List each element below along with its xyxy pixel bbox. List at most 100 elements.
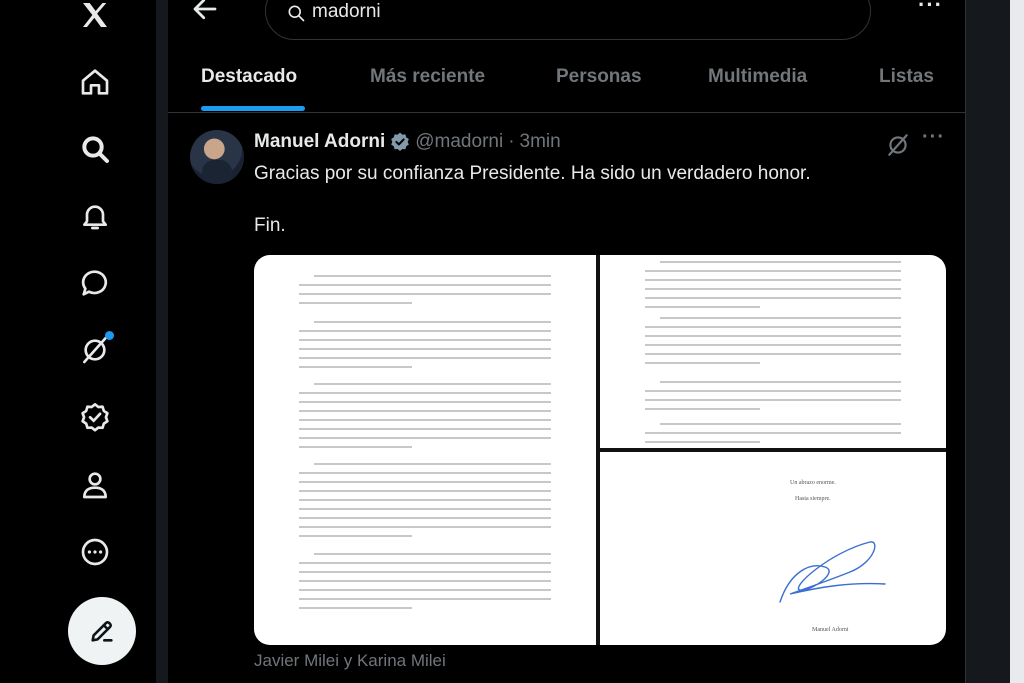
letter-text-line	[660, 381, 901, 383]
letter-text-line	[299, 490, 551, 492]
letter-text-line	[299, 580, 551, 582]
letter-text-line	[299, 571, 551, 573]
tab-personas[interactable]: Personas	[556, 66, 642, 88]
tab-listas[interactable]: Listas	[879, 66, 934, 88]
letter-text-line	[299, 446, 413, 448]
more-icon[interactable]	[68, 525, 122, 579]
search-query[interactable]: madorni	[312, 1, 381, 23]
letter-text-line	[299, 348, 551, 350]
letter-closing-2: Hasta siempre.	[795, 496, 831, 502]
letter-text-line	[299, 535, 413, 537]
left-navigation	[0, 0, 158, 683]
x-logo-icon[interactable]	[68, 0, 122, 42]
window-edge	[1010, 0, 1024, 683]
letter-text-line	[660, 261, 901, 263]
letter-text-line	[299, 366, 413, 368]
letter-text-line	[645, 399, 901, 401]
avatar[interactable]	[190, 130, 244, 184]
active-tab-indicator	[201, 106, 305, 111]
letter-text-line	[660, 317, 901, 319]
letter-text-line	[645, 297, 901, 299]
letter-text-line	[299, 437, 551, 439]
tab-multimedia[interactable]: Multimedia	[708, 66, 807, 88]
letter-text-line	[645, 326, 901, 328]
letter-closing: Un abrazo enorme.	[790, 480, 836, 486]
search-tabs: Destacado Más reciente Personas Multimed…	[168, 50, 966, 113]
letter-text-line	[645, 344, 901, 346]
letter-text-line	[299, 428, 551, 430]
letter-text-line	[645, 270, 901, 272]
letter-text-line	[314, 321, 551, 323]
letter-page-3: Un abrazo enorme. Hasta siempre. Manuel …	[600, 452, 946, 645]
letter-text-line	[299, 339, 551, 341]
sidebar-divider	[156, 0, 168, 683]
letter-text-line	[299, 607, 413, 609]
letter-text-line	[299, 598, 551, 600]
grok-icon[interactable]	[885, 132, 911, 158]
letter-text-line	[299, 401, 551, 403]
media-caption[interactable]: Javier Milei y Karina Milei	[254, 651, 446, 671]
back-arrow-icon[interactable]	[190, 0, 220, 24]
author-name[interactable]: Manuel Adorni	[254, 131, 385, 153]
messages-icon[interactable]	[68, 256, 122, 310]
tweet-media[interactable]: Un abrazo enorme. Hasta siempre. Manuel …	[254, 255, 946, 645]
author-handle[interactable]: @madorni	[415, 131, 503, 153]
letter-text-line	[645, 408, 761, 410]
tweet[interactable]: Manuel Adorni @madorni · 3min ··· Gracia…	[168, 114, 966, 683]
letter-text-line	[645, 432, 901, 434]
letter-text-line	[299, 472, 551, 474]
notification-dot	[105, 331, 114, 340]
letter-text-line	[299, 562, 551, 564]
letter-text-line	[299, 508, 551, 510]
profile-icon[interactable]	[68, 458, 122, 512]
main-column: madorni ··· Destacado Más reciente Perso…	[168, 0, 966, 683]
letter-text-line	[299, 293, 551, 295]
letter-text-line	[299, 481, 551, 483]
letter-text-line	[299, 517, 551, 519]
tweet-time[interactable]: 3min	[520, 131, 561, 153]
letter-text-line	[314, 553, 551, 555]
letter-text-line	[645, 288, 901, 290]
letter-text-line	[299, 284, 551, 286]
compose-button[interactable]	[68, 597, 136, 665]
letter-text-line	[299, 526, 551, 528]
letter-text-line	[314, 463, 551, 465]
signature-image	[779, 541, 886, 603]
letter-page-2	[600, 255, 946, 448]
letter-text-line	[299, 419, 551, 421]
search-icon[interactable]	[68, 122, 122, 176]
grok-icon[interactable]	[68, 323, 122, 377]
letter-text-line	[660, 423, 901, 425]
search-input[interactable]: madorni	[265, 0, 871, 40]
letter-text-line	[645, 441, 761, 443]
letter-text-line	[299, 589, 551, 591]
letter-page-1	[254, 255, 596, 645]
signature-name: Manuel Adorni	[812, 627, 849, 633]
tab-mas-reciente[interactable]: Más reciente	[370, 66, 485, 88]
search-icon	[288, 5, 305, 22]
verified-orgs-icon[interactable]	[68, 390, 122, 444]
tab-destacado[interactable]: Destacado	[201, 66, 297, 88]
letter-text-line	[645, 306, 761, 308]
tweet-text: Gracias por su confianza Presidente. Ha …	[254, 163, 811, 236]
compose-icon	[91, 621, 113, 642]
letter-text-line	[299, 410, 551, 412]
tweet-header: Manuel Adorni @madorni · 3min	[254, 131, 561, 153]
letter-text-line	[299, 392, 551, 394]
letter-text-line	[299, 357, 551, 359]
letter-text-line	[645, 279, 901, 281]
more-options-icon[interactable]: ···	[918, 0, 943, 18]
letter-text-line	[645, 353, 901, 355]
letter-text-line	[645, 390, 901, 392]
letter-text-line	[314, 275, 551, 277]
letter-text-line	[314, 383, 551, 385]
tweet-more-icon[interactable]: ···	[922, 126, 945, 149]
letter-text-line	[299, 330, 551, 332]
separator: ·	[508, 131, 515, 152]
notifications-icon[interactable]	[68, 189, 122, 243]
verified-badge-icon	[391, 132, 410, 151]
search-header: madorni ···	[168, 0, 966, 50]
letter-text-line	[299, 302, 413, 304]
home-icon[interactable]	[68, 55, 122, 109]
letter-text-line	[299, 499, 551, 501]
